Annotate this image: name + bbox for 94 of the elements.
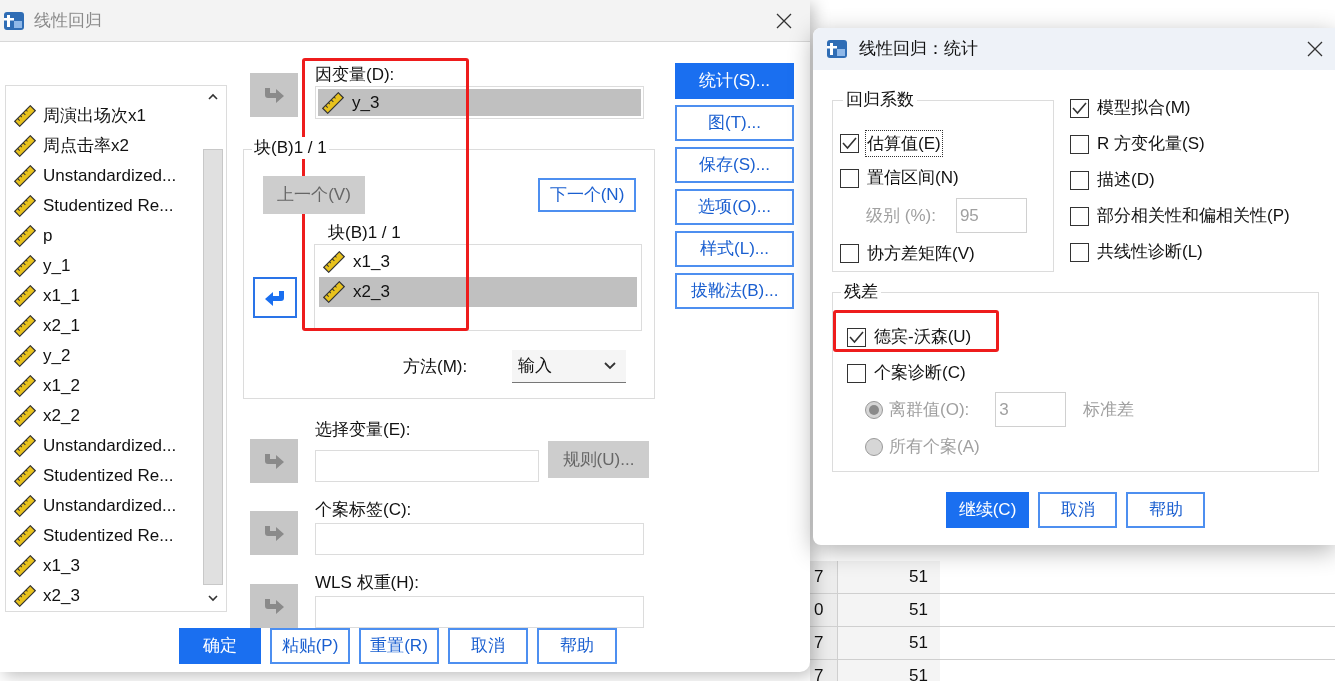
dialog-button[interactable]: 取消 xyxy=(448,628,528,664)
list-item[interactable]: x1_3 xyxy=(319,247,637,277)
variable-item[interactable]: Studentized Re... xyxy=(14,461,203,491)
checkbox-label: 协方差矩阵(V) xyxy=(866,242,976,265)
arrow-icon xyxy=(263,524,285,542)
radio-label: 所有个案(A) xyxy=(889,435,980,458)
checkbox-label: 个案诊断(C) xyxy=(874,362,966,385)
arrow-icon xyxy=(264,288,286,307)
chevron-down-icon xyxy=(604,362,617,370)
check-icon xyxy=(842,136,857,150)
variable-item[interactable]: y_2 xyxy=(14,341,203,371)
checkbox[interactable] xyxy=(1070,206,1089,226)
arrow-icon xyxy=(263,86,285,104)
field-label: 级别 (%): xyxy=(866,205,936,228)
table-cell: 7 xyxy=(810,561,838,593)
method-select[interactable]: 输入 xyxy=(512,350,627,383)
table-cell: 0 xyxy=(810,594,838,626)
window-title: 线性回归：统计 xyxy=(859,38,978,61)
dialog-button[interactable]: 帮助 xyxy=(537,628,617,664)
checkbox[interactable] xyxy=(1070,242,1089,262)
window-title: 线性回归 xyxy=(34,9,102,32)
checkbox[interactable] xyxy=(1070,170,1089,190)
side-button[interactable]: 图(T)... xyxy=(675,105,794,141)
field-label: 个案标签(C): xyxy=(315,499,413,521)
side-button[interactable]: 拔靴法(B)... xyxy=(675,273,794,309)
checkbox[interactable] xyxy=(1070,134,1089,154)
checkbox-label: 部分相关性和偏相关性(P) xyxy=(1097,205,1290,228)
checkbox[interactable] xyxy=(847,363,866,383)
variable-item[interactable]: p xyxy=(14,221,203,251)
radio-label: 离群值(O): xyxy=(889,398,970,421)
close-icon[interactable] xyxy=(776,12,792,29)
checkbox[interactable] xyxy=(840,168,859,188)
check-icon xyxy=(1072,101,1087,115)
checkbox-label: 共线性诊断(L) xyxy=(1097,241,1203,264)
variable-item[interactable]: 周演出场次x1 xyxy=(14,101,203,131)
dialog-button[interactable]: 继续(C) xyxy=(946,492,1029,528)
field-label: WLS 权重(H): xyxy=(315,572,420,594)
variable-item[interactable]: Unstandardized... xyxy=(14,431,203,461)
weight-field[interactable] xyxy=(315,596,644,628)
table-cell: 51 xyxy=(838,660,940,681)
case-label-field[interactable] xyxy=(315,523,644,555)
variable-item[interactable]: Studentized Re... xyxy=(14,521,203,551)
side-button[interactable]: 保存(S)... xyxy=(675,147,794,183)
side-button[interactable]: 统计(S)... xyxy=(675,63,794,99)
checkbox[interactable] xyxy=(1070,98,1089,118)
field-label: 因变量(D): xyxy=(315,64,396,86)
variable-item[interactable]: 周点击率x2 xyxy=(14,131,203,161)
side-button[interactable]: 样式(L)... xyxy=(675,231,794,267)
dialog-button[interactable]: 取消 xyxy=(1038,492,1117,528)
variable-item[interactable]: Studentized Re... xyxy=(14,191,203,221)
checkbox-label: 置信区间(N) xyxy=(866,167,960,190)
check-icon xyxy=(849,330,864,344)
list-item[interactable]: x2_3 xyxy=(319,277,637,307)
variable-item[interactable]: x2_3 xyxy=(14,581,203,611)
checkbox[interactable] xyxy=(840,133,859,153)
group-legend: 块(B)1 / 1 xyxy=(252,137,329,159)
selection-field[interactable] xyxy=(315,450,539,482)
dialog-button[interactable]: 重置(R) xyxy=(359,628,439,664)
variable-item[interactable]: x1_3 xyxy=(14,551,203,581)
table-cell: 7 xyxy=(810,627,838,659)
variable-item[interactable]: x2_2 xyxy=(14,401,203,431)
dialog-button[interactable]: 粘贴(P) xyxy=(270,628,350,664)
table-cell: 51 xyxy=(838,594,940,626)
checkbox-label: 模型拟合(M) xyxy=(1097,97,1191,120)
variable-item[interactable]: Unstandardized... xyxy=(14,161,203,191)
variable-item[interactable]: x2_1 xyxy=(14,311,203,341)
dialog-button[interactable]: 确定 xyxy=(179,628,261,664)
close-icon[interactable] xyxy=(1307,41,1323,57)
field-label: 选择变量(E): xyxy=(315,419,412,441)
unit-label: 标准差 xyxy=(1083,398,1135,421)
move-button[interactable] xyxy=(253,277,297,318)
checkbox[interactable] xyxy=(847,327,866,347)
scrollbar-thumb[interactable] xyxy=(203,149,223,585)
variable-item[interactable]: Unstandardized... xyxy=(14,491,203,521)
method-label: 方法(M): xyxy=(403,355,468,378)
variable-item[interactable]: y_1 xyxy=(14,251,203,281)
checkbox-label: 德宾-沃森(U) xyxy=(874,326,972,349)
checkbox[interactable] xyxy=(840,244,859,264)
list-label: 块(B)1 / 1 xyxy=(328,222,402,244)
app-icon xyxy=(825,37,849,61)
arrow-icon xyxy=(263,452,285,470)
variable-item[interactable]: x1_2 xyxy=(14,371,203,401)
variable-item[interactable]: x1_1 xyxy=(14,281,203,311)
table-cell: 51 xyxy=(838,561,940,593)
dialog-button[interactable]: 帮助 xyxy=(1126,492,1205,528)
checkbox-label: 描述(D) xyxy=(1097,169,1155,192)
checkbox-label: R 方变化量(S) xyxy=(1097,133,1205,156)
table-cell: 51 xyxy=(838,627,940,659)
side-button[interactable]: 选项(O)... xyxy=(675,189,794,225)
next-button[interactable]: 下一个(N) xyxy=(538,178,636,212)
arrow-icon xyxy=(263,597,285,615)
table-cell: 7 xyxy=(810,660,838,681)
checkbox-label: 估算值(E) xyxy=(865,129,943,158)
group-legend: 回归系数 xyxy=(843,89,917,111)
